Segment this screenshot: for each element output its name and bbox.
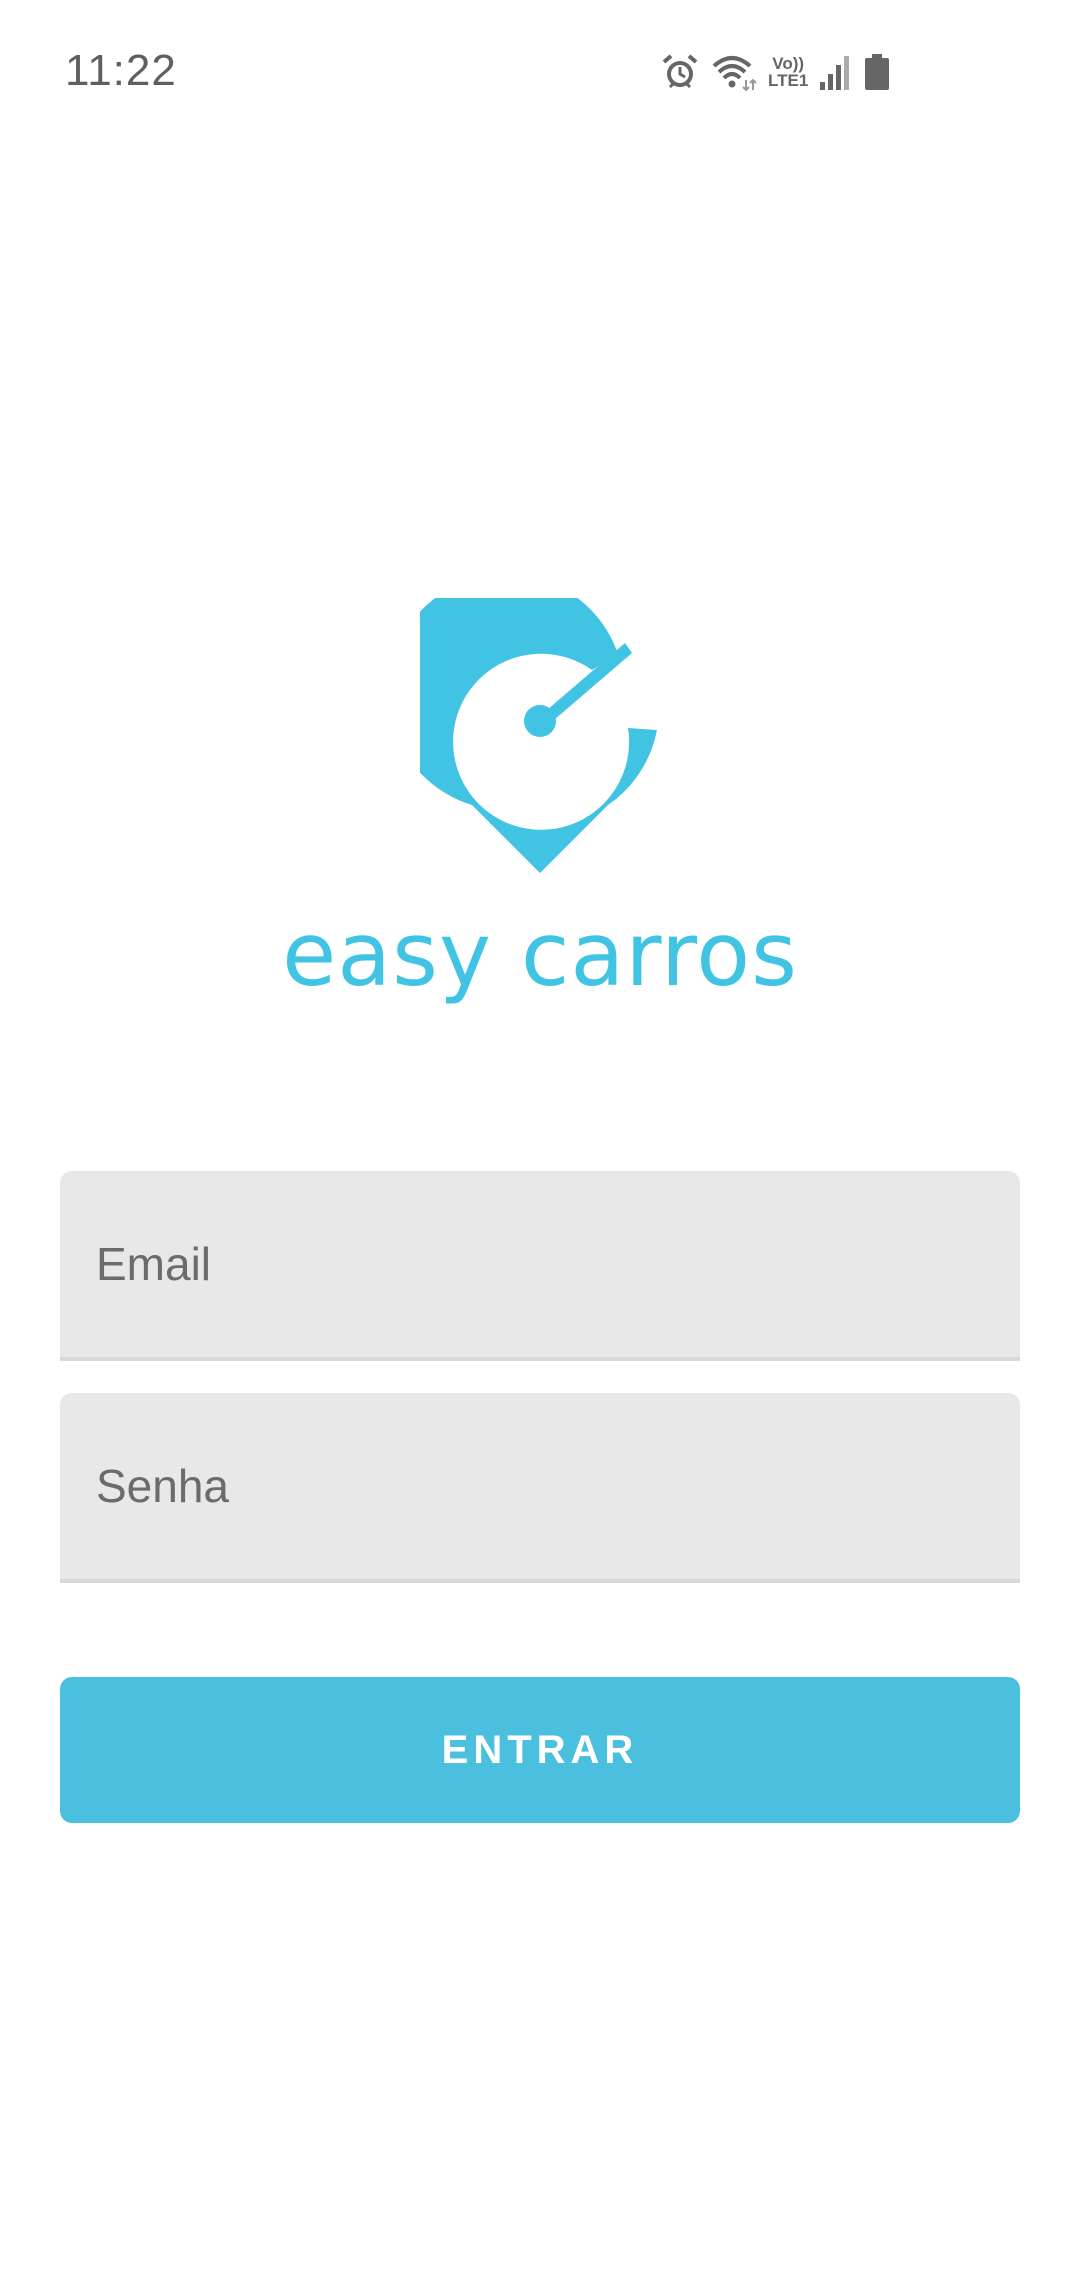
password-field-container: [60, 1393, 1020, 1583]
status-time: 11:22: [65, 46, 177, 95]
email-input[interactable]: [96, 1171, 976, 1357]
brand-wordmark: easy carros: [282, 903, 798, 1006]
wifi-icon: [710, 52, 758, 92]
login-screen: 11:22 Vo)) LTE1 easy carros Email ENTRAR: [0, 0, 1080, 2280]
battery-icon: [862, 52, 892, 92]
email-field-container: [60, 1171, 1020, 1361]
signal-icon: [818, 52, 852, 92]
alarm-icon: [660, 52, 700, 92]
login-button[interactable]: ENTRAR: [60, 1677, 1020, 1823]
volte-icon: Vo)) LTE1: [768, 54, 809, 90]
status-icons: Vo)) LTE1: [660, 48, 892, 96]
password-input[interactable]: [96, 1393, 976, 1579]
status-bar: 11:22 Vo)) LTE1: [0, 0, 1080, 145]
speedometer-pin-icon: [388, 574, 660, 878]
